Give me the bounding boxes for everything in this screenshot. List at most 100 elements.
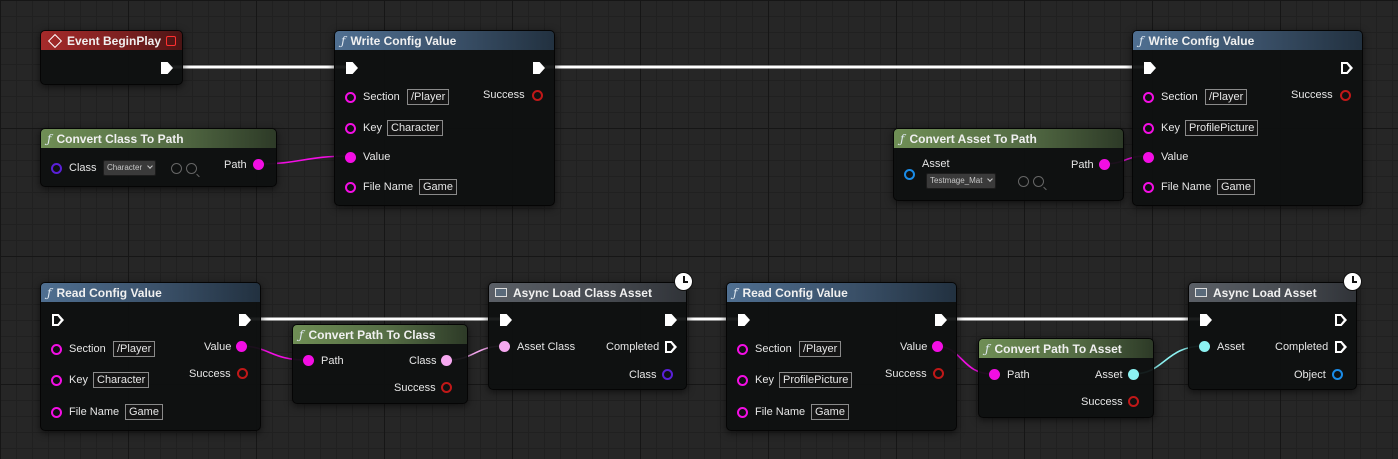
convert-class-to-path-node[interactable]: ƒ Convert Class To Path Class Character … bbox=[40, 128, 277, 187]
section-field[interactable]: /Player bbox=[113, 341, 156, 357]
exec-out-pin[interactable] bbox=[1341, 62, 1353, 74]
write-config-value-node[interactable]: ƒ Write Config Value Section /Player Suc… bbox=[1132, 30, 1363, 206]
node-header[interactable]: ƒ Convert Path To Class bbox=[293, 325, 467, 344]
exec-in-pin[interactable] bbox=[52, 314, 64, 326]
file-name-field[interactable]: Game bbox=[811, 404, 849, 420]
asset-pin[interactable] bbox=[904, 169, 915, 180]
use-selected-icon[interactable] bbox=[1018, 176, 1029, 187]
asset-dropdown[interactable]: Testmage_Mat bbox=[926, 173, 997, 189]
section-field[interactable]: /Player bbox=[1205, 89, 1248, 105]
browse-icon[interactable] bbox=[186, 163, 197, 174]
success-pin[interactable] bbox=[237, 368, 248, 379]
function-icon: ƒ bbox=[1139, 33, 1144, 48]
async-load-asset-node[interactable]: Async Load Asset Asset Completed Object bbox=[1188, 282, 1357, 390]
file-name-pin[interactable] bbox=[1143, 182, 1154, 193]
completed-pin[interactable] bbox=[665, 341, 677, 353]
convert-path-to-class-node[interactable]: ƒ Convert Path To Class Path Class Succe… bbox=[292, 324, 468, 404]
class-out-pin[interactable] bbox=[662, 369, 673, 380]
success-pin[interactable] bbox=[441, 382, 452, 393]
exec-out-pin[interactable] bbox=[1335, 314, 1347, 326]
value-out-pin[interactable] bbox=[932, 341, 943, 352]
function-icon: ƒ bbox=[985, 341, 990, 356]
read-config-value-node[interactable]: ƒ Read Config Value Section /Player Valu… bbox=[40, 282, 261, 431]
success-label: Success bbox=[483, 89, 525, 101]
exec-in-pin[interactable] bbox=[1200, 314, 1212, 326]
value-pin[interactable] bbox=[345, 152, 356, 163]
exec-in-pin[interactable] bbox=[1144, 62, 1156, 74]
write-config-value-node[interactable]: ƒ Write Config Value Section /Player Suc… bbox=[334, 30, 555, 206]
value-pin[interactable] bbox=[1143, 152, 1154, 163]
node-title: Convert Asset To Path bbox=[909, 131, 1037, 146]
key-pin[interactable] bbox=[51, 375, 62, 386]
section-field[interactable]: /Player bbox=[407, 89, 450, 105]
object-out-pin[interactable] bbox=[1332, 369, 1343, 380]
class-out-pin[interactable] bbox=[441, 355, 452, 366]
exec-in-pin[interactable] bbox=[738, 314, 750, 326]
key-pin[interactable] bbox=[345, 123, 356, 134]
path-label: Path bbox=[1007, 369, 1030, 381]
file-name-pin[interactable] bbox=[345, 182, 356, 193]
section-pin[interactable] bbox=[1143, 92, 1154, 103]
node-header[interactable]: ƒ Read Config Value bbox=[727, 283, 956, 302]
latent-clock-icon bbox=[1343, 272, 1362, 291]
exec-out-pin[interactable] bbox=[533, 62, 545, 74]
file-name-field[interactable]: Game bbox=[419, 179, 457, 195]
key-field[interactable]: ProfilePicture bbox=[779, 372, 853, 388]
file-name-field[interactable]: Game bbox=[125, 404, 163, 420]
exec-out-pin[interactable] bbox=[665, 314, 677, 326]
path-pin[interactable] bbox=[253, 159, 264, 170]
node-header[interactable]: Event BeginPlay bbox=[41, 31, 182, 50]
class-pin[interactable] bbox=[51, 163, 62, 174]
section-pin[interactable] bbox=[345, 92, 356, 103]
value-out-pin[interactable] bbox=[236, 341, 247, 352]
completed-pin[interactable] bbox=[1335, 341, 1347, 353]
success-pin[interactable] bbox=[532, 90, 543, 101]
success-pin[interactable] bbox=[1340, 90, 1351, 101]
convert-asset-to-path-node[interactable]: ƒ Convert Asset To Path Asset Testmage_M… bbox=[893, 128, 1124, 201]
path-pin[interactable] bbox=[303, 355, 314, 366]
node-title: Async Load Asset bbox=[1213, 285, 1317, 300]
exec-in-pin[interactable] bbox=[500, 314, 512, 326]
asset-out-pin[interactable] bbox=[1128, 369, 1139, 380]
key-field[interactable]: Character bbox=[387, 120, 444, 136]
use-selected-icon[interactable] bbox=[171, 163, 182, 174]
async-node-icon bbox=[495, 288, 507, 297]
node-header[interactable]: Async Load Asset bbox=[1189, 283, 1356, 302]
key-pin[interactable] bbox=[1143, 123, 1154, 134]
async-load-class-asset-node[interactable]: Async Load Class Asset Asset Class Compl… bbox=[488, 282, 687, 390]
key-field[interactable]: Character bbox=[93, 372, 150, 388]
exec-out-pin[interactable] bbox=[239, 314, 251, 326]
file-name-pin[interactable] bbox=[737, 407, 748, 418]
exec-out-pin[interactable] bbox=[935, 314, 947, 326]
file-name-pin[interactable] bbox=[51, 407, 62, 418]
async-node-icon bbox=[1195, 288, 1207, 297]
node-header[interactable]: ƒ Convert Asset To Path bbox=[894, 129, 1123, 148]
node-header[interactable]: ƒ Write Config Value bbox=[335, 31, 554, 50]
convert-path-to-asset-node[interactable]: ƒ Convert Path To Asset Path Asset Succe… bbox=[978, 338, 1154, 418]
value-label: Value bbox=[1161, 151, 1189, 163]
exec-out-pin[interactable] bbox=[161, 62, 173, 74]
node-header[interactable]: ƒ Convert Path To Asset bbox=[979, 339, 1153, 358]
path-pin[interactable] bbox=[1099, 159, 1110, 170]
section-field[interactable]: /Player bbox=[799, 341, 842, 357]
success-pin[interactable] bbox=[933, 368, 944, 379]
key-pin[interactable] bbox=[737, 375, 748, 386]
class-dropdown[interactable]: Character bbox=[103, 160, 157, 176]
path-pin[interactable] bbox=[989, 369, 1000, 380]
asset-pin[interactable] bbox=[1199, 341, 1210, 352]
exec-in-pin[interactable] bbox=[346, 62, 358, 74]
success-pin[interactable] bbox=[1128, 396, 1139, 407]
browse-icon[interactable] bbox=[1033, 176, 1044, 187]
node-header[interactable]: Async Load Class Asset bbox=[489, 283, 686, 302]
section-pin[interactable] bbox=[737, 344, 748, 355]
file-name-field[interactable]: Game bbox=[1217, 179, 1255, 195]
section-pin[interactable] bbox=[51, 344, 62, 355]
node-header[interactable]: ƒ Write Config Value bbox=[1133, 31, 1362, 50]
node-header[interactable]: ƒ Read Config Value bbox=[41, 283, 260, 302]
asset-class-pin[interactable] bbox=[499, 341, 510, 352]
node-header[interactable]: ƒ Convert Class To Path bbox=[41, 129, 276, 148]
path-label: Path bbox=[224, 159, 247, 171]
key-field[interactable]: ProfilePicture bbox=[1185, 120, 1259, 136]
event-begin-play-node[interactable]: Event BeginPlay bbox=[40, 30, 183, 85]
read-config-value-node[interactable]: ƒ Read Config Value Section /Player Valu… bbox=[726, 282, 957, 431]
